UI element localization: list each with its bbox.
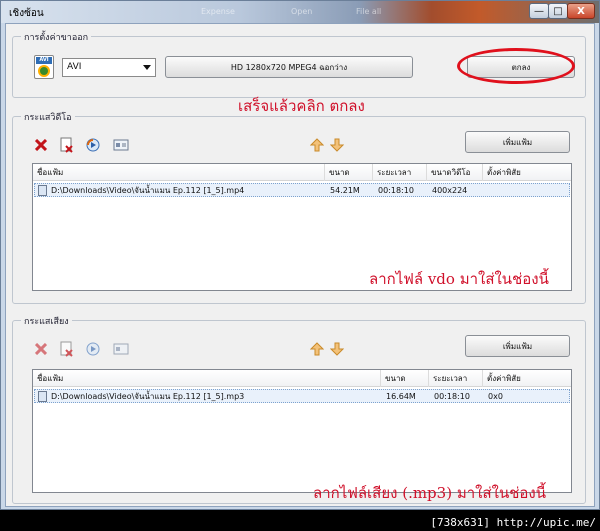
add-audio-file-button[interactable]: เพิ่มแฟ้ม	[465, 335, 570, 357]
properties-icon[interactable]	[113, 137, 129, 153]
dialog-body: การตั้งค่าขาออก AVI AVI HD 1280x720 MPEG…	[5, 23, 595, 507]
cell-size: 16.64M	[386, 392, 416, 401]
audio-file-icon	[38, 391, 47, 402]
cell-filename: D:\Downloads\Video\จันน้ำแมน Ep.112 [1_5…	[51, 186, 245, 195]
column-header-resolution[interactable]: ขนาดวิดีโอ	[427, 164, 483, 181]
audio-file-list[interactable]: ชื่อแฟ้ม ขนาด ระยะเวลา ตั้งค่าพิสัย D:\D…	[32, 369, 572, 493]
annotation-drop-video: ลากไฟล์ vdo มาใส่ในช่องนี้	[369, 270, 549, 288]
cell-duration: 00:18:10	[378, 186, 414, 195]
cell-range: 0x0	[488, 392, 503, 401]
video-stream-label: กระแสวิดีโอ	[21, 110, 75, 124]
audio-list-header: ชื่อแฟ้ม ขนาด ระยะเวลา ตั้งค่าพิสัย	[33, 370, 571, 387]
background-tab: File all	[356, 7, 382, 16]
column-header-range[interactable]: ตั้งค่าพิสัย	[483, 164, 571, 181]
play-icon[interactable]	[85, 341, 101, 357]
cell-range	[484, 184, 564, 198]
annotation-click-ok: เสร็จแล้วคลิก ตกลง	[238, 97, 365, 115]
background-tab: Open	[291, 7, 313, 16]
properties-icon[interactable]	[113, 341, 129, 357]
minimize-icon: —	[534, 5, 544, 17]
video-file-icon	[38, 185, 47, 196]
delete-icon[interactable]	[33, 341, 49, 357]
cell-size: 54.21M	[330, 186, 360, 195]
profile-button[interactable]: HD 1280x720 MPEG4 ฉอกว่าง	[165, 56, 413, 78]
move-down-icon[interactable]	[329, 341, 345, 357]
column-header-size[interactable]: ขนาด	[325, 164, 373, 181]
title-bar[interactable]: เชิงซ้อน Expense Open File all — □ X	[1, 1, 599, 23]
format-select[interactable]: AVI	[62, 58, 156, 77]
audio-stream-group: กระแสเสียง เพิ่มแฟ้ม ชื่อแฟ้ม ขนาด ระยะเ…	[12, 314, 586, 504]
column-header-filename[interactable]: ชื่อแฟ้ม	[33, 370, 381, 387]
delete-icon[interactable]	[33, 137, 49, 153]
profile-label: HD 1280x720 MPEG4 ฉอกว่าง	[230, 62, 348, 72]
cell-duration: 00:18:10	[434, 392, 470, 401]
add-video-file-label: เพิ่มแฟ้ม	[502, 137, 533, 147]
minimize-button[interactable]: —	[529, 3, 549, 19]
window: เชิงซ้อน Expense Open File all — □ X การ…	[0, 0, 600, 510]
output-settings-label: การตั้งค่าขาออก	[21, 30, 92, 44]
image-credit: [738x631] http://upic.me/	[430, 516, 596, 529]
cell-filename: D:\Downloads\Video\จันน้ำแมน Ep.112 [1_5…	[51, 392, 245, 401]
avi-file-icon: AVI	[34, 55, 54, 79]
video-list-header: ชื่อแฟ้ม ขนาด ระยะเวลา ขนาดวิดีโอ ตั้งค่…	[33, 164, 571, 181]
chevron-down-icon	[143, 65, 151, 70]
move-up-icon[interactable]	[309, 137, 325, 153]
close-icon: X	[577, 5, 585, 17]
background-tab: Expense	[201, 7, 235, 16]
audio-stream-label: กระแสเสียง	[21, 314, 72, 328]
column-header-size[interactable]: ขนาด	[381, 370, 429, 387]
move-down-icon[interactable]	[329, 137, 345, 153]
column-header-filename[interactable]: ชื่อแฟ้ม	[33, 164, 325, 181]
video-stream-group: กระแสวิดีโอ เพิ่มแฟ้ม ชื่อแฟ้ม ขนาด ระยะ…	[12, 110, 586, 304]
window-title: เชิงซ้อน	[9, 8, 44, 19]
maximize-icon: □	[553, 5, 563, 17]
close-button[interactable]: X	[567, 3, 595, 19]
highlight-oval	[457, 48, 575, 84]
remove-file-icon[interactable]	[59, 341, 75, 357]
add-audio-file-label: เพิ่มแฟ้ม	[502, 341, 533, 351]
table-row[interactable]: D:\Downloads\Video\จันน้ำแมน Ep.112 [1_5…	[34, 183, 570, 197]
add-video-file-button[interactable]: เพิ่มแฟ้ม	[465, 131, 570, 153]
play-icon[interactable]	[85, 137, 101, 153]
column-header-duration[interactable]: ระยะเวลา	[373, 164, 427, 181]
column-header-range[interactable]: ตั้งค่าพิสัย	[483, 370, 571, 387]
table-row[interactable]: D:\Downloads\Video\จันน้ำแมน Ep.112 [1_5…	[34, 389, 570, 403]
annotation-drop-audio: ลากไฟล์เสียง (.mp3) มาใส่ในช่องนี้	[313, 484, 546, 502]
cell-resolution: 400x224	[432, 186, 468, 195]
move-up-icon[interactable]	[309, 341, 325, 357]
maximize-button[interactable]: □	[548, 3, 568, 19]
format-value: AVI	[67, 62, 82, 72]
column-header-duration[interactable]: ระยะเวลา	[429, 370, 483, 387]
remove-file-icon[interactable]	[59, 137, 75, 153]
